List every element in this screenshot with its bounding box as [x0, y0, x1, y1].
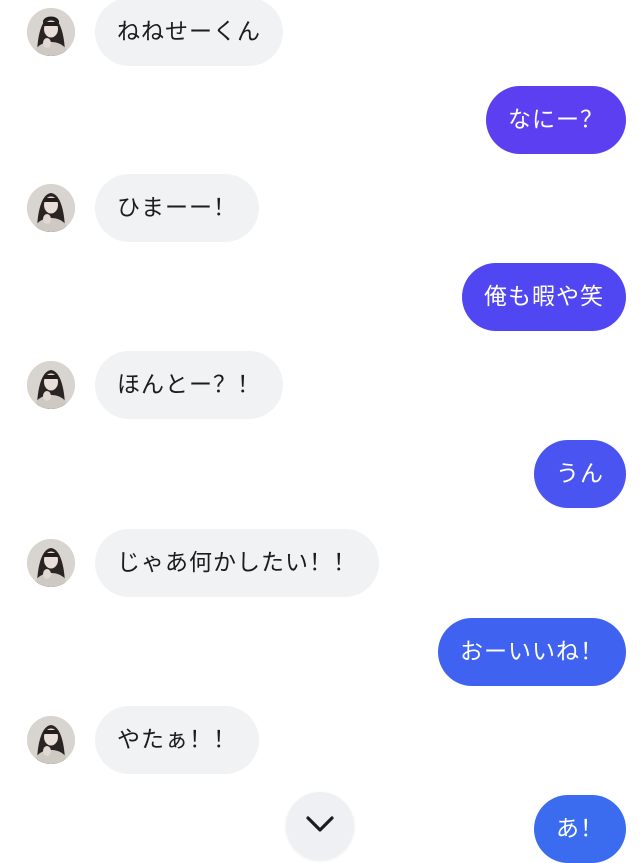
message-bubble-incoming[interactable]: やたぁ！！	[95, 706, 259, 774]
incoming-message: ねねせーくん	[0, 0, 640, 66]
avatar[interactable]	[27, 8, 75, 56]
message-bubble-outgoing[interactable]: あ！	[534, 795, 626, 863]
incoming-message: やたぁ！！	[0, 706, 640, 774]
avatar[interactable]	[27, 184, 75, 232]
scroll-to-bottom-button[interactable]	[286, 792, 354, 860]
message-bubble-incoming[interactable]: じゃあ何かしたい！！	[95, 529, 379, 597]
outgoing-message: あ！	[534, 795, 626, 863]
avatar[interactable]	[27, 361, 75, 409]
avatar[interactable]	[27, 716, 75, 764]
outgoing-message: 俺も暇や笑	[462, 263, 626, 331]
outgoing-message: おーいいね！	[438, 618, 626, 686]
avatar[interactable]	[27, 539, 75, 587]
message-bubble-outgoing[interactable]: うん	[534, 440, 626, 508]
outgoing-message: なにー？	[486, 86, 626, 154]
message-bubble-outgoing[interactable]: おーいいね！	[438, 618, 626, 686]
message-bubble-incoming[interactable]: ほんとー？！	[95, 351, 283, 419]
incoming-message: ほんとー？！	[0, 351, 640, 419]
message-bubble-incoming[interactable]: ひまーー！	[95, 174, 259, 242]
incoming-message: ひまーー！	[0, 174, 640, 242]
chat-thread: ねねせーくん なにー？ ひまーー！ 俺も暇や笑 ほんとー？！ うん じゃあ何かし…	[0, 0, 640, 863]
incoming-message: じゃあ何かしたい！！	[0, 529, 640, 597]
message-bubble-outgoing[interactable]: 俺も暇や笑	[462, 263, 626, 331]
message-bubble-outgoing[interactable]: なにー？	[486, 86, 626, 154]
chevron-down-icon	[305, 815, 335, 837]
outgoing-message: うん	[534, 440, 626, 508]
message-bubble-incoming[interactable]: ねねせーくん	[95, 0, 283, 66]
